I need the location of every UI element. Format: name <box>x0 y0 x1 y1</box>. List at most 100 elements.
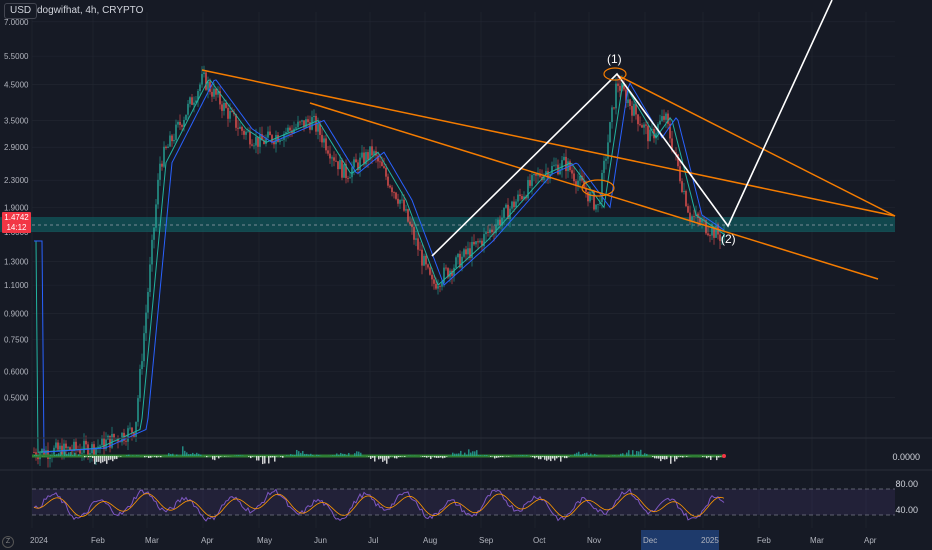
wave2-label: (2) <box>721 232 736 246</box>
candle-body <box>553 165 555 167</box>
oscillator-bar <box>148 456 150 458</box>
oscillator-bar <box>532 456 534 458</box>
candle-body <box>75 441 77 450</box>
oscillator-bar <box>680 456 682 457</box>
time-axis[interactable]: 2024 Feb Mar Apr May Jun Jul Aug Sep Oct Nov Dec 202… <box>30 536 877 545</box>
candle-body <box>679 166 681 182</box>
candle-body <box>605 158 607 161</box>
candle-body <box>49 457 51 460</box>
oscillator-bar <box>496 456 498 458</box>
oscillator-bar <box>98 456 100 462</box>
oscillator-bar <box>112 456 114 462</box>
time-tick-label: May <box>257 536 272 545</box>
candle-body <box>555 164 557 166</box>
oscillator-bar <box>136 455 138 456</box>
candle-body <box>307 119 309 123</box>
candle-body <box>57 442 59 450</box>
oscillator-marker <box>722 454 726 458</box>
price-tick-label: 0.7500 <box>4 336 29 345</box>
oscillator-bar <box>458 453 460 456</box>
candle-body <box>489 229 491 233</box>
candle-body <box>325 138 327 151</box>
candle-body <box>633 103 635 116</box>
candle-body <box>211 91 213 97</box>
candle-body <box>485 232 487 235</box>
candle-body <box>715 225 717 238</box>
oscillator-bar <box>70 451 72 456</box>
oscillator-bar <box>50 455 52 456</box>
candle-countdown: 14:12 <box>6 223 27 232</box>
oscillator-bar <box>296 449 298 456</box>
current-price-tag: 1.4742 14:12 <box>2 212 31 233</box>
oscillator-bar <box>128 454 130 456</box>
candle-body <box>259 134 261 147</box>
oscillator-bar <box>660 456 662 462</box>
candle-body <box>323 138 325 143</box>
oscillator-bar <box>430 456 432 460</box>
candle-body <box>647 125 649 142</box>
candle-body <box>533 173 535 176</box>
candle-body <box>467 248 469 255</box>
oscillator-bar <box>434 456 436 458</box>
symbol-exchange: CRYPTO <box>102 5 144 16</box>
oscillator-bar <box>72 455 74 456</box>
candle-body <box>513 201 515 208</box>
candle-body <box>169 135 171 147</box>
candle-body <box>691 216 693 221</box>
candle-body <box>93 444 95 457</box>
candle-body <box>383 166 385 168</box>
candle-body <box>433 279 435 284</box>
candle-body <box>409 221 411 225</box>
candle-body <box>381 161 383 167</box>
currency-button[interactable]: USD <box>4 3 38 19</box>
time-tick-label: Sep <box>479 536 494 545</box>
oscillator-bar <box>426 456 428 458</box>
oscillator-bar <box>522 455 524 456</box>
oscillator-bar <box>274 456 276 462</box>
candle-body <box>277 135 279 142</box>
oscillator-bar <box>456 453 458 456</box>
oscillator-bar <box>476 450 478 456</box>
candle-body <box>531 175 533 186</box>
candle-body <box>431 274 433 280</box>
candle-body <box>255 136 257 146</box>
timezone-icon[interactable]: Z <box>2 536 14 548</box>
oscillator-bar <box>452 452 454 456</box>
oscillator-bar <box>628 450 630 456</box>
oscillator-bar <box>356 451 358 456</box>
candle-body <box>85 440 87 445</box>
candle-body <box>295 127 297 129</box>
rsi-upper-level: 80.00 <box>895 479 918 489</box>
candle-body <box>157 179 159 205</box>
candle-body <box>179 121 181 125</box>
oscillator-bar <box>374 456 376 462</box>
candle-body <box>237 127 239 129</box>
oscillator-bar <box>248 456 250 457</box>
oscillator-bar <box>64 451 66 456</box>
candle-body <box>473 241 475 245</box>
oscillator-bar <box>546 456 548 461</box>
oscillator-bar <box>446 456 448 457</box>
candle-body <box>595 204 597 210</box>
oscillator-bar <box>708 456 710 458</box>
oscillator-bar <box>518 455 520 456</box>
oscillator-bar <box>654 456 656 459</box>
oscillator-bar <box>260 456 262 457</box>
price-axis[interactable]: 7.0000 5.5000 4.5000 3.5000 2.9000 2.3000 1.90… <box>4 18 29 403</box>
candle-body <box>329 153 331 159</box>
oscillator-bar <box>422 456 424 457</box>
candle-body <box>185 114 187 121</box>
oscillator-bar <box>268 456 270 464</box>
candle-body <box>411 224 413 228</box>
oscillator-bar <box>526 455 528 456</box>
candle-body <box>239 126 241 129</box>
candle-body <box>429 267 431 275</box>
oscillator-bar <box>282 456 284 458</box>
candle-body <box>401 199 403 201</box>
candle-body <box>479 240 481 243</box>
oscillator-bar <box>562 456 564 457</box>
oscillator-bar <box>480 455 482 456</box>
oscillator-bar <box>182 446 184 456</box>
oscillator-bar <box>172 453 174 456</box>
chart-canvas[interactable]: (1) (2) 7.0000 5.5000 4.5000 3.5000 2.9000 2.… <box>0 0 932 550</box>
